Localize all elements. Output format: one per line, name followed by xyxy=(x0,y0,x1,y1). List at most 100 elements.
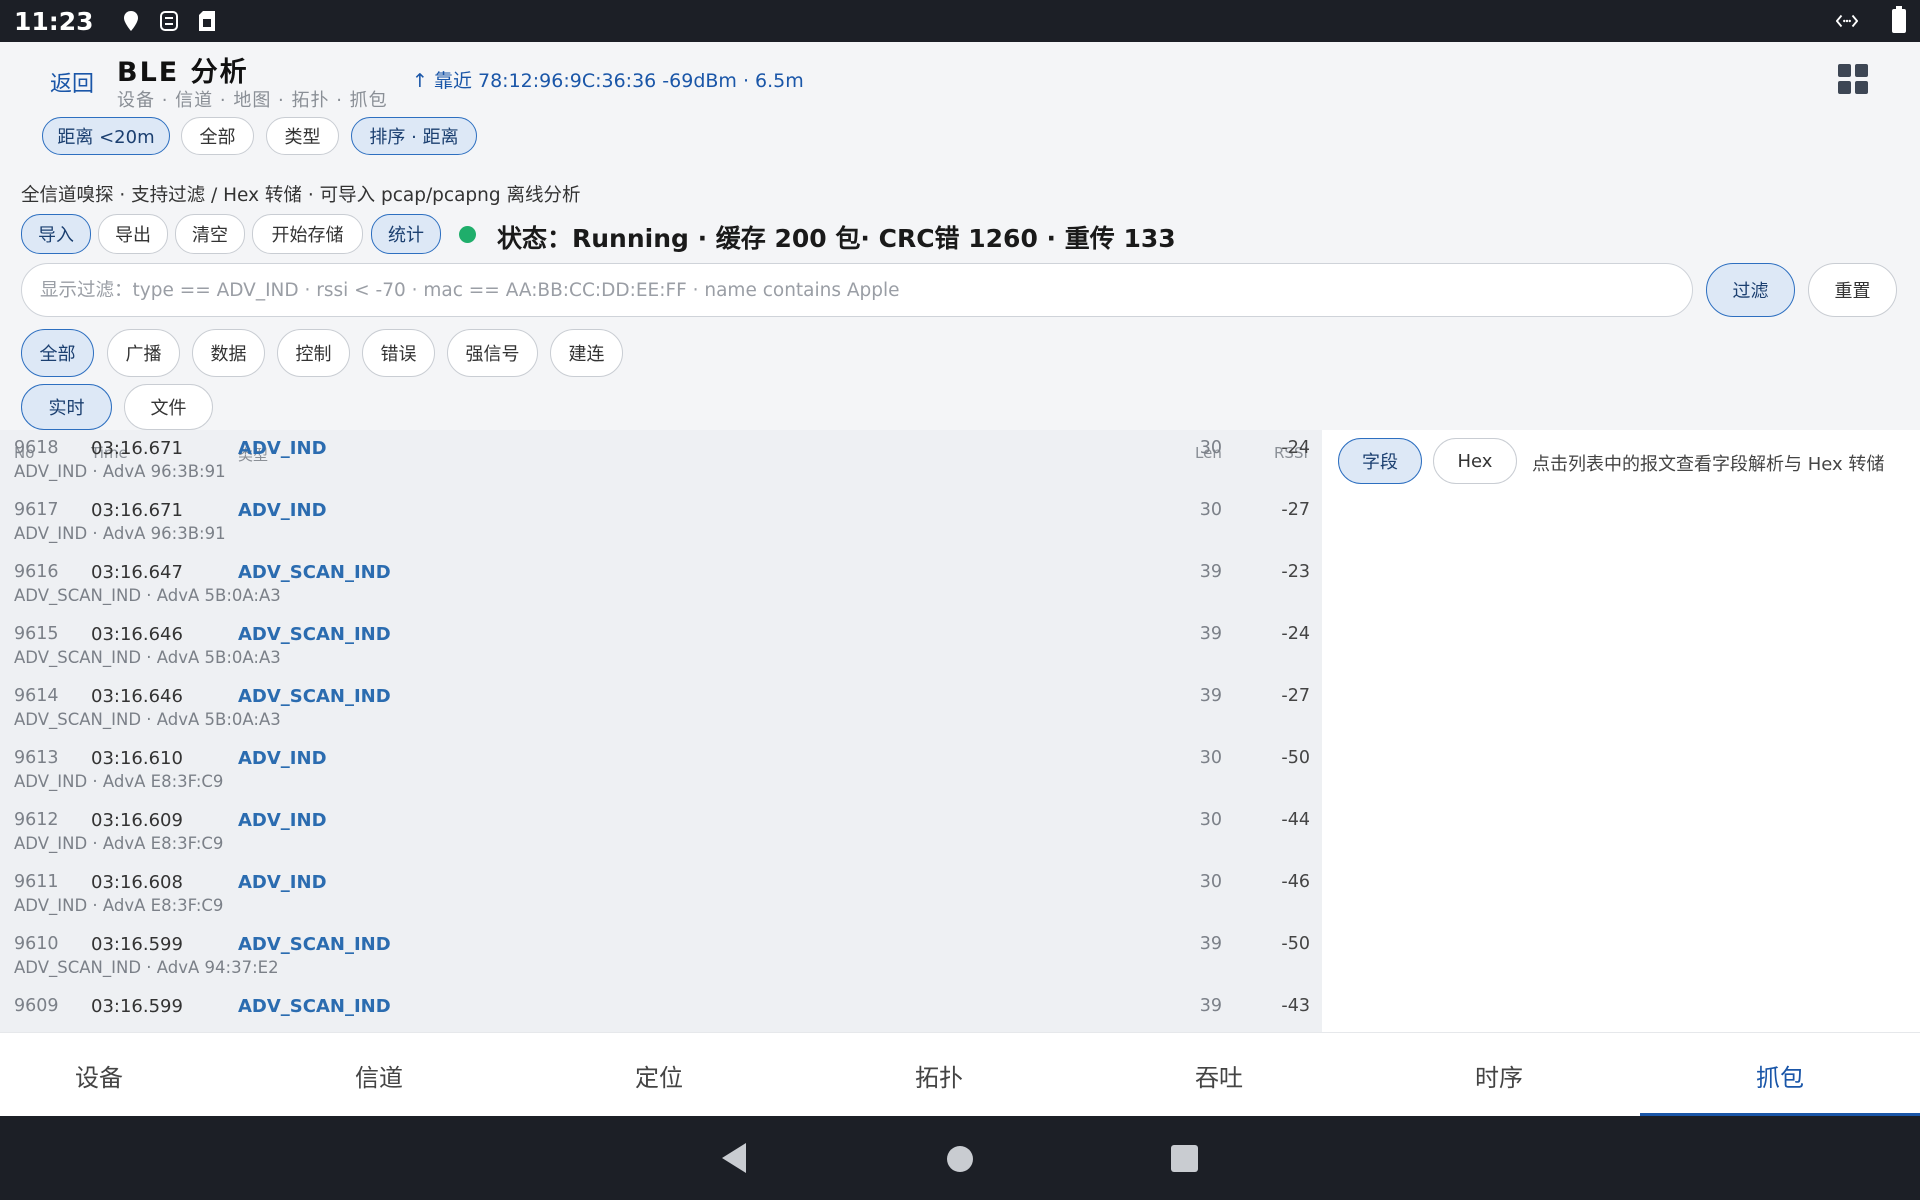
packet-row[interactable]: 9615 03:16.646 ADV_SCAN_IND 39 -24 ADV_SCAN_I… xyxy=(0,616,1322,678)
packet-summary: ADV_SCAN_IND · AdvA 5B:0A:A3 xyxy=(14,648,281,667)
battery-icon xyxy=(1892,6,1906,33)
packet-type: ADV_IND xyxy=(238,810,327,831)
status-bar: 11:23 xyxy=(0,0,1920,42)
packet-len: 30 xyxy=(1199,810,1222,830)
packet-summary: ADV_SCAN_IND · AdvA 5B:0A:A3 xyxy=(14,710,281,729)
chip-all[interactable]: 全部 xyxy=(181,117,254,155)
system-navigation-bar xyxy=(0,1116,1920,1200)
packet-no: 9616 xyxy=(14,562,59,582)
source-live[interactable]: 实时 xyxy=(21,384,112,430)
bottom-navigation: 设备 信道 定位 拓扑 吞吐 时序 抓包 xyxy=(0,1032,1920,1117)
packet-rssi: -27 xyxy=(1281,500,1310,520)
packet-type: ADV_IND xyxy=(238,438,327,459)
nav-tab-throughput[interactable]: 吞吐 xyxy=(1079,1033,1359,1117)
packet-time: 03:16.671 xyxy=(91,500,183,521)
category-control[interactable]: 控制 xyxy=(277,329,350,377)
packet-no: 9611 xyxy=(14,872,59,892)
packet-row[interactable]: 9617 03:16.671 ADV_IND 30 -27 ADV_IND · AdvA … xyxy=(0,492,1322,554)
nav-tab-location[interactable]: 定位 xyxy=(519,1033,799,1117)
packet-time: 03:16.599 xyxy=(91,996,183,1017)
packet-no: 9614 xyxy=(14,686,59,706)
packet-rssi: -44 xyxy=(1281,810,1310,830)
packet-time: 03:16.647 xyxy=(91,562,183,583)
filter-button[interactable]: 过滤 xyxy=(1706,263,1795,317)
source-file[interactable]: 文件 xyxy=(124,384,213,430)
nav-tab-topology[interactable]: 拓扑 xyxy=(799,1033,1079,1117)
display-filter-input[interactable] xyxy=(21,263,1693,317)
start-storage-button[interactable]: 开始存储 xyxy=(252,214,363,254)
packet-row[interactable]: 9610 03:16.599 ADV_SCAN_IND 39 -50 ADV_SCAN_I… xyxy=(0,926,1322,988)
packet-time: 03:16.608 xyxy=(91,872,183,893)
statistics-button[interactable]: 统计 xyxy=(371,214,441,254)
packet-type: ADV_IND xyxy=(238,872,327,893)
packet-no: 9610 xyxy=(14,934,59,954)
packet-row[interactable]: 9612 03:16.609 ADV_IND 30 -44 ADV_IND · AdvA … xyxy=(0,802,1322,864)
packet-type: ADV_SCAN_IND xyxy=(238,624,391,645)
packet-rssi: -23 xyxy=(1281,562,1310,582)
clear-button[interactable]: 清空 xyxy=(175,214,245,254)
packet-type: ADV_SCAN_IND xyxy=(238,996,391,1017)
packet-no: 9613 xyxy=(14,748,59,768)
category-broadcast[interactable]: 广播 xyxy=(107,329,180,377)
system-recents-icon[interactable] xyxy=(1171,1145,1198,1172)
packet-row[interactable]: 9614 03:16.646 ADV_SCAN_IND 39 -27 ADV_SCAN_I… xyxy=(0,678,1322,740)
capture-description: 全信道嗅探 · 支持过滤 / Hex 转储 · 可导入 pcap/pcapng … xyxy=(21,185,581,206)
packet-type: ADV_SCAN_IND xyxy=(238,934,391,955)
packet-row[interactable]: 9613 03:16.610 ADV_IND 30 -50 ADV_IND · AdvA … xyxy=(0,740,1322,802)
packet-rssi: -43 xyxy=(1281,996,1310,1016)
packet-len: 39 xyxy=(1199,624,1222,644)
status-indicator-dot xyxy=(459,226,476,243)
packet-row[interactable]: 9616 03:16.647 ADV_SCAN_IND 39 -23 ADV_SCAN_I… xyxy=(0,554,1322,616)
category-connection[interactable]: 建连 xyxy=(550,329,623,377)
packet-no: 9612 xyxy=(14,810,59,830)
detail-tab-fields[interactable]: 字段 xyxy=(1338,438,1422,484)
packet-type: ADV_IND xyxy=(238,748,327,769)
packet-detail-panel: 字段 Hex 点击列表中的报文查看字段解析与 Hex 转储 xyxy=(1322,430,1920,1032)
packet-len: 39 xyxy=(1199,996,1222,1016)
system-home-icon[interactable] xyxy=(947,1146,973,1172)
chip-sort-distance[interactable]: 排序 · 距离 xyxy=(351,117,477,155)
packet-time: 03:16.646 xyxy=(91,686,183,707)
packet-summary: ADV_IND · AdvA E8:3F:C9 xyxy=(14,896,224,915)
packet-len: 39 xyxy=(1199,562,1222,582)
chip-type[interactable]: 类型 xyxy=(266,117,339,155)
page-subtitle: 设备 · 信道 · 地图 · 拓扑 · 抓包 xyxy=(117,90,388,111)
packet-summary: ADV_IND · AdvA 96:3B:91 xyxy=(14,462,226,481)
nav-tab-devices[interactable]: 设备 xyxy=(0,1033,239,1117)
packet-len: 30 xyxy=(1199,872,1222,892)
packet-row[interactable]: 9609 03:16.599 ADV_SCAN_IND 39 -43 xyxy=(0,988,1322,1032)
nearest-device-indicator[interactable]: ↑ 靠近 78:12:96:9C:36:36 -69dBm · 6.5m xyxy=(412,66,804,93)
packet-list[interactable]: No Time 类型 Len RSSI 9618 03:16.671 ADV_IND… xyxy=(0,430,1322,1032)
reset-button[interactable]: 重置 xyxy=(1808,263,1897,317)
category-error[interactable]: 错误 xyxy=(362,329,435,377)
packet-no: 9609 xyxy=(14,996,59,1016)
packet-summary: ADV_SCAN_IND · AdvA 5B:0A:A3 xyxy=(14,586,281,605)
packet-rssi: -46 xyxy=(1281,872,1310,892)
packet-rssi: -24 xyxy=(1281,438,1310,458)
grid-menu-icon[interactable] xyxy=(1838,64,1868,94)
location-icon xyxy=(120,10,142,32)
capture-status: 状态：Running · 缓存 200 包· CRC错 1260 · 重传 13… xyxy=(497,224,1176,253)
packet-len: 30 xyxy=(1199,500,1222,520)
back-button[interactable]: 返回 xyxy=(50,66,94,98)
nav-tab-capture[interactable]: 抓包 xyxy=(1640,1033,1920,1117)
chip-distance[interactable]: 距离 <20m xyxy=(42,117,170,155)
packet-rssi: -24 xyxy=(1281,624,1310,644)
packet-time: 03:16.646 xyxy=(91,624,183,645)
nav-tab-channels[interactable]: 信道 xyxy=(239,1033,519,1117)
nav-tab-timing[interactable]: 时序 xyxy=(1359,1033,1639,1117)
category-strong-signal[interactable]: 强信号 xyxy=(447,329,538,377)
detail-tab-hex[interactable]: Hex xyxy=(1433,438,1517,484)
packet-rssi: -50 xyxy=(1281,934,1310,954)
import-button[interactable]: 导入 xyxy=(21,214,91,254)
sim-icon xyxy=(196,10,218,32)
export-button[interactable]: 导出 xyxy=(98,214,168,254)
packet-len: 30 xyxy=(1199,748,1222,768)
packet-type: ADV_SCAN_IND xyxy=(238,686,391,707)
packet-row[interactable]: 9611 03:16.608 ADV_IND 30 -46 ADV_IND · AdvA … xyxy=(0,864,1322,926)
packet-row[interactable]: 9618 03:16.671 ADV_IND 30 -24 ADV_IND · AdvA … xyxy=(0,430,1322,492)
category-all[interactable]: 全部 xyxy=(21,329,94,377)
packet-time: 03:16.671 xyxy=(91,438,183,459)
system-back-icon[interactable] xyxy=(722,1143,746,1173)
category-data[interactable]: 数据 xyxy=(192,329,265,377)
